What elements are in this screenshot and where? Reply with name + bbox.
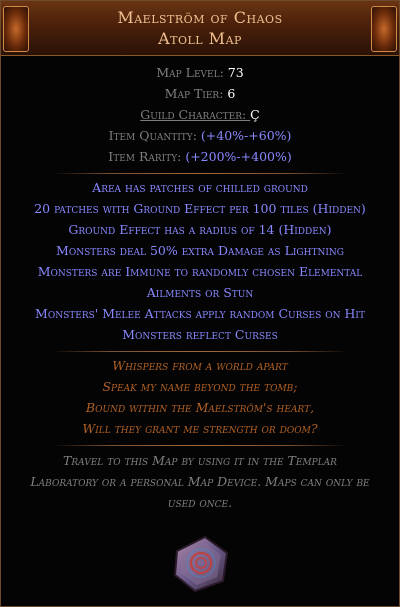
- property-value: 73: [227, 65, 244, 80]
- flavour-text-line: Will they grant me strength or doom?: [82, 421, 318, 436]
- description-line: Travel to this Map by using it in the Te…: [63, 453, 337, 468]
- property-value: 6: [227, 86, 236, 101]
- property-label: Map Level:: [156, 65, 228, 80]
- property-guild-character: Guild Character: Ç: [1, 107, 399, 122]
- flavour-text-line: Speak my name beyond the tomb;: [102, 379, 298, 394]
- property-label: Item Quantity:: [108, 128, 201, 143]
- property-label: Item Rarity:: [108, 149, 186, 164]
- explicit-mod: Monsters reflect Curses: [122, 327, 278, 342]
- property-value: (+40%-+60%): [200, 128, 292, 143]
- separator: [51, 173, 349, 174]
- flavour-text-line: Whispers from a world apart: [112, 358, 288, 373]
- property-item-rarity: Item Rarity: (+200%-+400%): [1, 149, 399, 164]
- property-item-quantity: Item Quantity: (+40%-+60%): [1, 128, 399, 143]
- property-map-tier: Map Tier: 6: [1, 86, 399, 101]
- property-label: Guild Character:: [140, 107, 251, 122]
- tooltip-header: Maelström of Chaos Atoll Map: [1, 1, 399, 56]
- map-item-icon[interactable]: [169, 531, 233, 595]
- property-value: Ç: [250, 107, 260, 122]
- separator: [51, 445, 349, 446]
- property-value: (+200%-+400%): [185, 149, 292, 164]
- description-line: used once.: [167, 495, 233, 510]
- explicit-mod: Ground Effect has a radius of 14 (Hidden…: [68, 222, 332, 237]
- separator: [51, 351, 349, 352]
- description-line: Laboratory or a personal Map Device. Map…: [30, 474, 370, 489]
- explicit-mod: 20 patches with Ground Effect per 100 ti…: [34, 201, 366, 216]
- item-tooltip: Maelström of Chaos Atoll Map Map Level: …: [0, 0, 400, 607]
- explicit-mod: Monsters' Melee Attacks apply random Cur…: [35, 306, 365, 321]
- explicit-mod: Monsters deal 50% extra Damage as Lightn…: [56, 243, 344, 258]
- property-map-level: Map Level: 73: [1, 65, 399, 80]
- item-name: Maelström of Chaos: [117, 8, 283, 27]
- property-label: Map Tier:: [164, 86, 228, 101]
- item-base-type: Atoll Map: [158, 29, 242, 48]
- explicit-mod: Monsters are Immune to randomly chosen E…: [37, 264, 363, 279]
- explicit-mod: Area has patches of chilled ground: [92, 180, 308, 195]
- explicit-mod: Ailments or Stun: [146, 285, 254, 300]
- flavour-text-line: Bound within the Maelström's heart,: [85, 400, 315, 415]
